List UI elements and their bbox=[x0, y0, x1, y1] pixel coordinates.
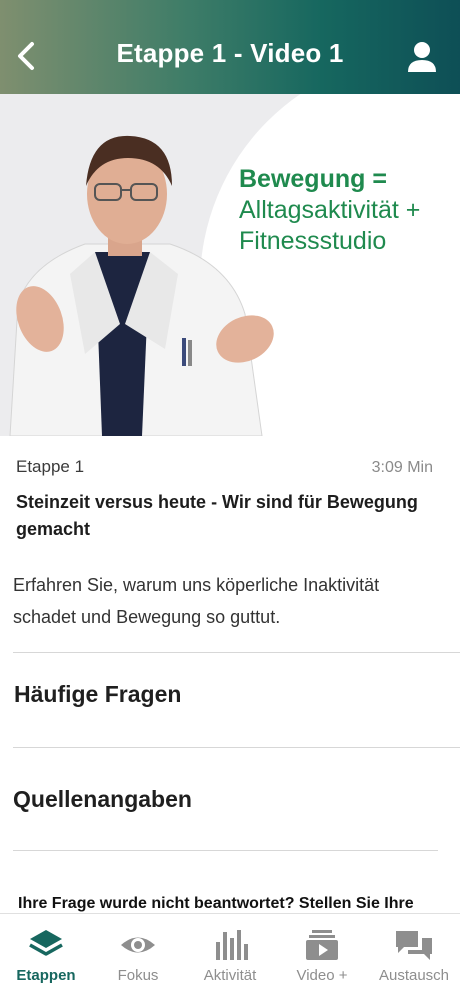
slide-text: Bewegung = Alltagsaktivität + Fitnessstu… bbox=[239, 164, 420, 257]
page-title: Etappe 1 - Video 1 bbox=[116, 38, 344, 68]
app-header: Etappe 1 - Video 1 bbox=[0, 0, 460, 94]
layers-icon bbox=[29, 930, 63, 956]
faq-section[interactable]: Häufige Fragen bbox=[14, 681, 181, 708]
tab-label: Video + bbox=[296, 967, 348, 984]
tab-austausch[interactable]: Austausch bbox=[368, 914, 460, 997]
divider bbox=[13, 850, 438, 851]
sources-section[interactable]: Quellenangaben bbox=[13, 786, 192, 813]
bottom-tab-bar: Etappen Fokus Aktivität Video + Austausc… bbox=[0, 913, 460, 997]
video-player[interactable]: Bewegung = Alltagsaktivität + Fitnessstu… bbox=[0, 94, 460, 436]
video-duration: 3:09 Min bbox=[371, 459, 433, 476]
tab-label: Austausch bbox=[378, 967, 450, 984]
eye-icon bbox=[121, 937, 155, 953]
divider bbox=[13, 747, 460, 748]
slide-line: Alltagsaktivität + bbox=[239, 196, 421, 224]
tab-label: Etappen bbox=[16, 967, 76, 984]
tab-fokus[interactable]: Fokus bbox=[92, 914, 184, 997]
tab-video-plus[interactable]: Video + bbox=[276, 914, 368, 997]
slide-line: Fitnessstudio bbox=[239, 227, 387, 255]
presenter-image bbox=[9, 135, 274, 436]
stage-label: Etappe 1 bbox=[16, 457, 85, 476]
video-description: Erfahren Sie, warum uns köperliche Inakt… bbox=[13, 575, 380, 627]
divider bbox=[13, 652, 460, 653]
bars-icon bbox=[216, 930, 248, 960]
question-prompt: Ihre Frage wurde nicht beantwortet? Stel… bbox=[18, 895, 414, 912]
video-title: Steinzeit versus heute - Wir sind für Be… bbox=[16, 492, 418, 539]
tab-etappen[interactable]: Etappen bbox=[0, 914, 92, 997]
tab-label: Fokus bbox=[117, 967, 159, 984]
slide-heading: Bewegung = bbox=[239, 165, 387, 193]
video-stack-icon bbox=[306, 930, 338, 960]
tab-label: Aktivität bbox=[203, 967, 257, 984]
chat-icon bbox=[396, 931, 432, 960]
tab-aktivitaet[interactable]: Aktivität bbox=[184, 914, 276, 997]
profile-icon[interactable] bbox=[406, 40, 438, 74]
